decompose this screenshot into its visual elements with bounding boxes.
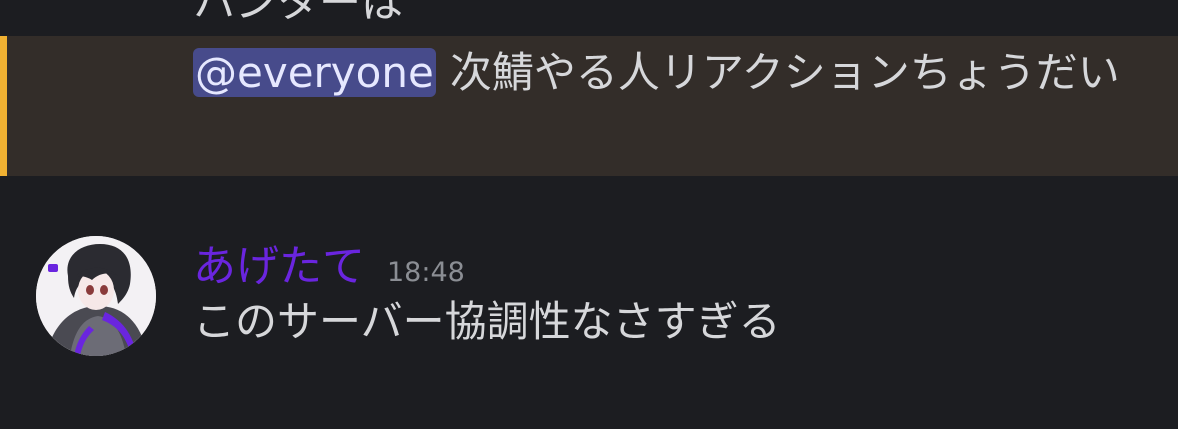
previous-message-text: ハンターは <box>193 0 404 27</box>
message-author[interactable]: あげたて <box>193 242 365 292</box>
everyone-mention[interactable]: @everyone <box>193 48 436 97</box>
message-header: あげたて 18:48 <box>193 232 465 294</box>
message-timestamp: 18:48 <box>387 257 465 288</box>
mention-highlighted-message: @everyone 次鯖やる人リアクションちょうだい <box>0 36 1178 176</box>
mention-message-text: 次鯖やる人リアクションちょうだい <box>449 48 1120 97</box>
message-text: このサーバー協調性なさすぎる <box>193 297 781 346</box>
mention-message-content: @everyone 次鯖やる人リアクションちょうだい <box>193 38 1153 108</box>
chat-message: あげたて 18:48 このサーバー協調性なさすぎる <box>0 176 1178 429</box>
mention-highlight-bar <box>0 36 7 176</box>
user-avatar-icon[interactable] <box>36 236 156 356</box>
